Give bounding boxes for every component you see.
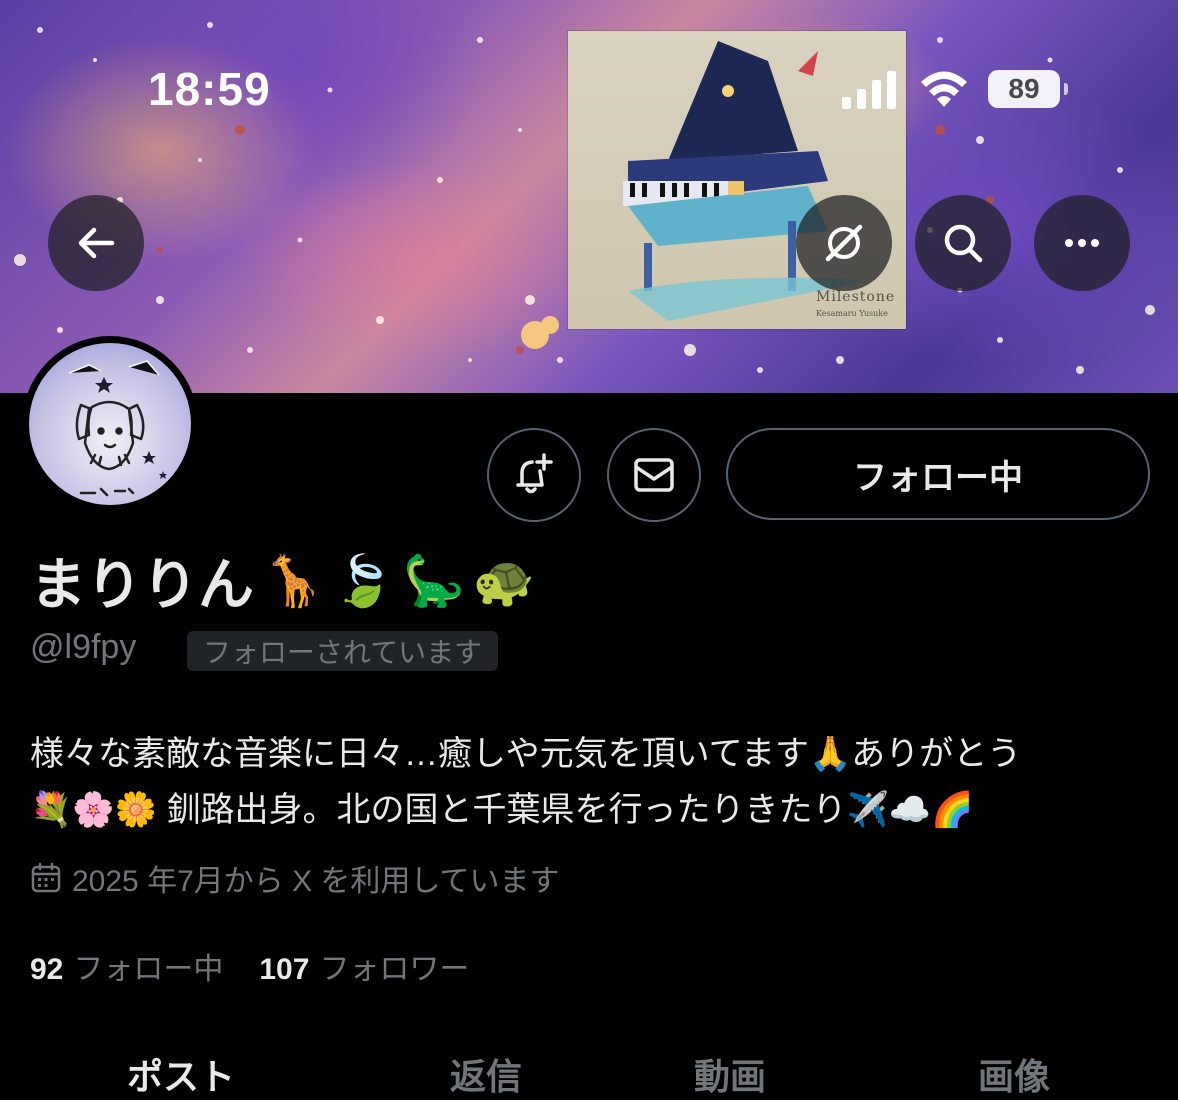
following-count-link[interactable]: 92 フォロー中	[30, 944, 223, 988]
user-handle: @l9fpy	[30, 628, 137, 666]
battery-indicator: 89	[988, 70, 1068, 108]
follows-you-badge: フォローされています	[187, 631, 499, 671]
wifi-icon	[921, 71, 967, 107]
tab-images[interactable]: 画像	[978, 1048, 1050, 1100]
dog-drawing-icon	[68, 360, 167, 497]
back-arrow-icon	[78, 227, 115, 259]
name-emoji-giraffe: 🦒	[262, 552, 325, 609]
display-name: まりりん	[30, 553, 254, 616]
tab-videos[interactable]: 動画	[694, 1048, 766, 1100]
name-emoji-turtle: 🐢	[472, 552, 536, 609]
follow-counts: 92 フォロー中 107 フォロワー	[30, 944, 469, 988]
tab-replies[interactable]: 返信	[450, 1048, 522, 1100]
following-button[interactable]: フォロー中	[726, 428, 1150, 520]
search-icon	[944, 224, 983, 263]
avatar-image	[29, 343, 191, 505]
bio: 様々な素敵な音楽に日々…癒しや元気を頂いてます🙏ありがとう 💐🌸🌼 釧路出身。北…	[30, 726, 1150, 838]
search-button[interactable]	[915, 195, 1011, 291]
grok-button[interactable]	[796, 195, 892, 291]
following-label: フォロー中	[73, 953, 224, 986]
album-artist: Kesamaru Yusuke	[816, 309, 888, 318]
message-button[interactable]	[607, 428, 701, 522]
back-button[interactable]	[48, 195, 144, 291]
more-options-button[interactable]	[1034, 195, 1130, 291]
following-count: 92	[30, 953, 64, 986]
tab-posts[interactable]: ポスト	[127, 1048, 235, 1100]
join-date: 2025 年7月から X を利用しています	[30, 856, 560, 900]
name-emoji-dinosaur: 🦕	[402, 552, 465, 609]
bio-line: 様々な素敵な音楽に日々…癒しや元気を頂いてます🙏ありがとう	[30, 735, 1022, 773]
no-sync-icon	[825, 224, 863, 262]
signal-icon	[842, 71, 896, 109]
followers-count-link[interactable]: 107 フォロワー	[259, 944, 469, 988]
followers-label: フォロワー	[319, 953, 470, 986]
profile-banner[interactable]: Milestone Kesamaru Yusuke 18:59 89	[0, 0, 1178, 393]
join-date-text: 2025 年7月から X を利用しています	[72, 865, 560, 898]
bio-line: 💐🌸🌼 釧路出身。北の国と千葉県を行ったりきたり✈️☁️🌈	[30, 791, 974, 829]
album-title: Milestone	[816, 289, 896, 305]
more-icon	[1065, 239, 1099, 247]
mail-icon	[634, 458, 674, 492]
status-time: 18:59	[148, 63, 271, 115]
name-emoji-leaves: 🍃	[332, 552, 395, 609]
followers-count: 107	[259, 953, 310, 986]
display-name-row: まりりん 🦒 🍃 🦕 🐢	[30, 540, 535, 621]
notification-bell-plus-icon	[516, 453, 553, 494]
calendar-icon	[31, 862, 61, 893]
notify-button[interactable]	[487, 428, 581, 522]
avatar[interactable]	[22, 336, 198, 512]
status-icons: 89	[840, 64, 1068, 114]
